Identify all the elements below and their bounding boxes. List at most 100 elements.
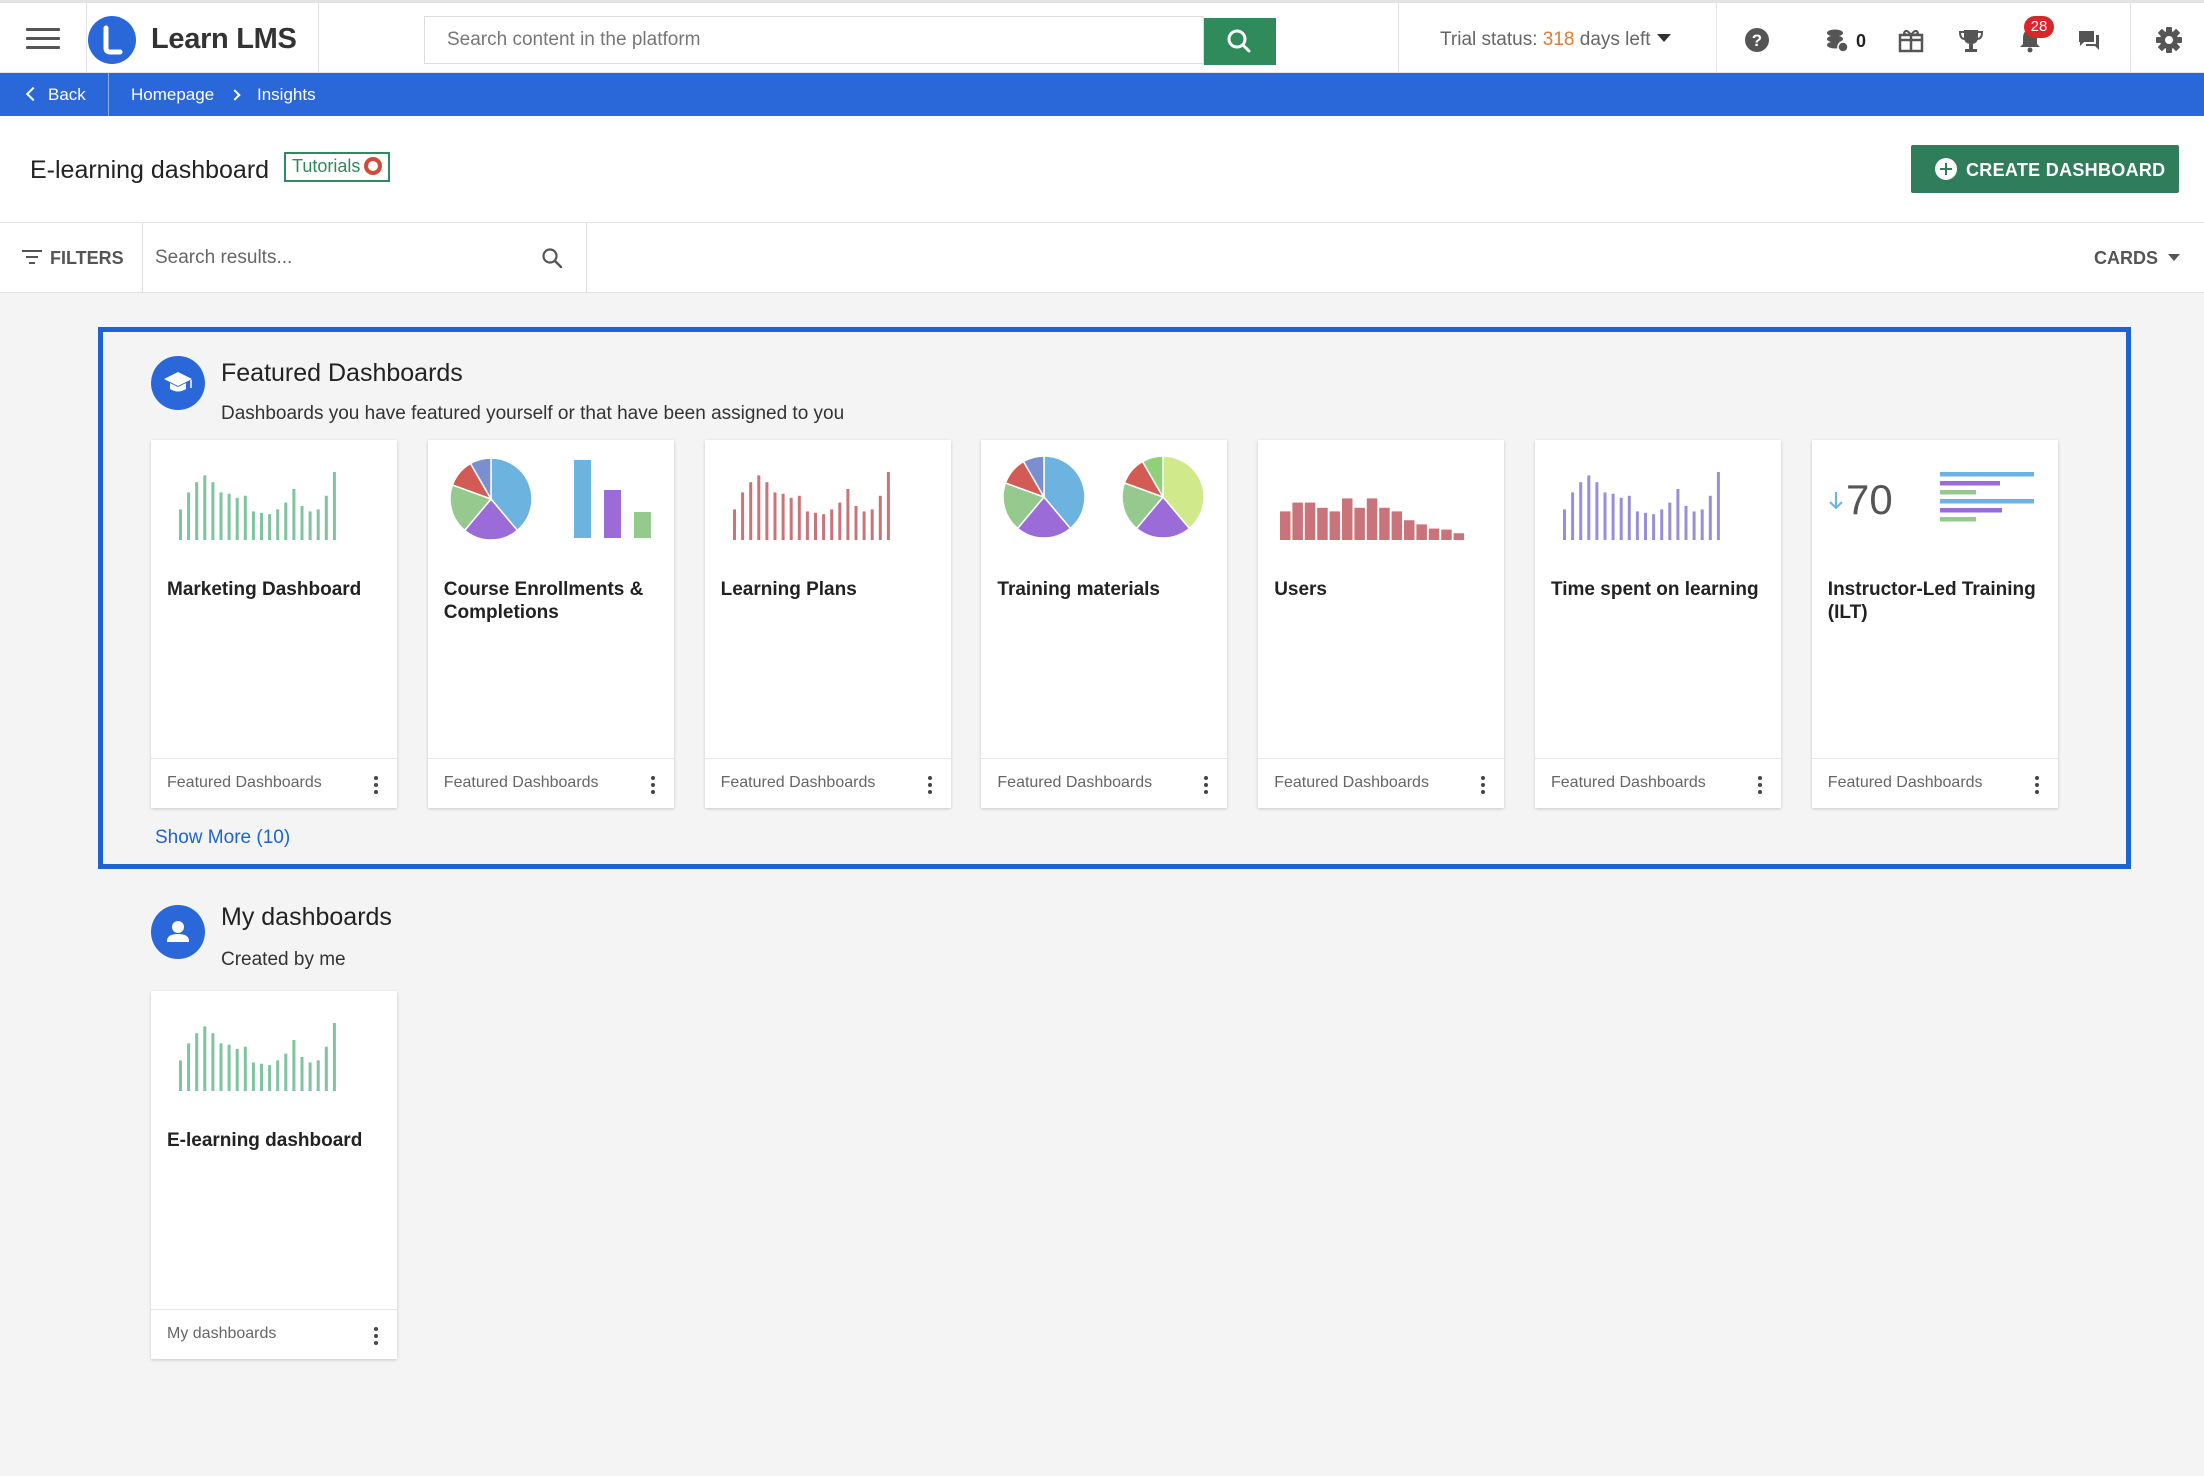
- chart-bar: [1939, 499, 2034, 504]
- app-name[interactable]: Learn LMS: [151, 23, 297, 56]
- chart-bar: [1292, 502, 1304, 540]
- chart-bar: [1404, 520, 1415, 540]
- chart-bar: [179, 1060, 182, 1091]
- chart-bar: [740, 492, 744, 540]
- section-title: My dashboards: [221, 903, 392, 931]
- more-vert-icon[interactable]: [2030, 773, 2044, 797]
- search-icon: [1227, 29, 1251, 53]
- trial-status[interactable]: Trial status: 318 days left: [1440, 29, 1671, 51]
- dashboard-card[interactable]: Time spent on learning Featured Dashboard…: [1535, 440, 1781, 808]
- dashboard-card[interactable]: Training materials Featured Dashboards: [981, 440, 1228, 808]
- results-search-input[interactable]: [143, 223, 586, 292]
- chart-bar: [235, 1048, 239, 1091]
- chart-bar: [1692, 511, 1696, 540]
- chat-icon[interactable]: [2074, 25, 2104, 55]
- card-footer: Featured Dashboards: [151, 758, 397, 808]
- chart-bar: [845, 489, 849, 540]
- user-icon: [151, 905, 205, 959]
- chart-bar: [1428, 528, 1440, 540]
- chart-bar: [1280, 511, 1291, 540]
- chart-bar: [251, 511, 255, 540]
- tutorials-button[interactable]: Tutorials: [284, 152, 391, 182]
- help-icon[interactable]: ?: [1742, 25, 1772, 55]
- card-category: Featured Dashboards: [167, 774, 322, 791]
- chart-bar: [1644, 512, 1647, 540]
- trophy-icon[interactable]: [1956, 25, 1986, 55]
- dashboard-thumbnail: [1563, 472, 1720, 540]
- chart-bar: [268, 1065, 272, 1091]
- graduation-cap-icon: [151, 356, 205, 410]
- dashboard-thumbnail: [179, 1023, 336, 1091]
- more-vert-icon[interactable]: [369, 773, 383, 797]
- chart-bar: [878, 495, 882, 540]
- chart-bar: [332, 1023, 336, 1091]
- more-vert-icon[interactable]: [1753, 773, 1767, 797]
- menu-icon[interactable]: [26, 28, 60, 50]
- chart-bar: [187, 1043, 191, 1091]
- chart-bar: [195, 482, 199, 540]
- page-header: E-learning dashboard Tutorials CREATE DA…: [0, 116, 2204, 223]
- dashboard-card[interactable]: Course Enrollments & Completions Featured…: [427, 440, 674, 808]
- more-vert-icon[interactable]: [923, 773, 937, 797]
- chart-bar: [797, 495, 801, 540]
- chart-bar: [243, 495, 247, 540]
- chart-bar: [243, 1046, 247, 1091]
- search-icon[interactable]: [540, 246, 564, 270]
- chart-bar: [324, 1046, 328, 1091]
- featured-dashboards-section: Featured Dashboards Dashboards you have …: [98, 327, 2131, 869]
- card-footer: Featured Dashboards: [427, 758, 674, 808]
- chart-bar: [1563, 509, 1566, 540]
- show-more-link[interactable]: Show More (10): [155, 827, 290, 849]
- chart-bar: [1668, 502, 1672, 540]
- filter-bar: FILTERS CARDS: [0, 223, 2204, 293]
- notification-badge: 28: [2024, 16, 2054, 38]
- create-dashboard-button[interactable]: CREATE DASHBOARD: [1911, 145, 2179, 193]
- dashboard-card[interactable]: 70 Instructor-Led Training (ILT) Featured …: [1811, 440, 2058, 808]
- chart-bar: [211, 1033, 215, 1091]
- section-subtitle: Dashboards you have featured yourself or…: [221, 403, 845, 424]
- platform-search-input[interactable]: [425, 17, 1205, 63]
- top-bar: Learn LMS Trial status: 318 days left ? …: [0, 0, 2204, 73]
- chart-bar: [219, 492, 223, 540]
- chart-bar: [1366, 498, 1378, 540]
- divider: [586, 223, 587, 293]
- dashboard-card[interactable]: E-learning dashboard My dashboards: [151, 991, 397, 1359]
- dashboard-card[interactable]: Users Featured Dashboards: [1258, 440, 1505, 808]
- chart-bar: [211, 482, 215, 540]
- filter-icon: [22, 250, 42, 264]
- chart-bar: [732, 509, 736, 540]
- dashboard-card[interactable]: Marketing Dashboard Featured Dashboards: [151, 440, 397, 808]
- dashboard-thumbnail: [1280, 498, 1465, 540]
- search-button[interactable]: [1204, 18, 1276, 65]
- chart-bar: [187, 492, 191, 540]
- chart-bar: [179, 509, 182, 540]
- card-title: Instructor-Led Training (ILT): [1827, 579, 2036, 623]
- chart-bar: [227, 1044, 231, 1091]
- more-vert-icon[interactable]: [1199, 773, 1213, 797]
- chart-bar: [1342, 498, 1353, 540]
- breadcrumb-homepage[interactable]: Homepage: [131, 85, 214, 105]
- back-button[interactable]: Back: [25, 85, 86, 105]
- more-vert-icon[interactable]: [1476, 773, 1490, 797]
- chart-bar: [573, 460, 591, 538]
- chart-bar: [276, 509, 280, 540]
- chart-bar: [1700, 509, 1704, 540]
- divider: [1398, 3, 1399, 73]
- chart-bar: [854, 506, 858, 540]
- gift-icon[interactable]: [1896, 25, 1926, 55]
- back-label: Back: [48, 85, 86, 104]
- coins-icon[interactable]: [1822, 25, 1852, 55]
- dashboard-card[interactable]: Learning Plans Featured Dashboards: [704, 440, 951, 808]
- coins-count: 0: [1856, 31, 1867, 51]
- more-vert-icon[interactable]: [646, 773, 660, 797]
- view-mode-select[interactable]: CARDS: [2094, 248, 2181, 269]
- gear-icon[interactable]: [2154, 25, 2184, 55]
- chart-bar: [870, 509, 874, 540]
- filters-button[interactable]: FILTERS: [22, 248, 124, 269]
- section-title: Featured Dashboards: [221, 359, 463, 387]
- more-vert-icon[interactable]: [369, 1324, 383, 1348]
- chart-bar: [781, 493, 785, 540]
- breadcrumb-insights[interactable]: Insights: [257, 85, 316, 105]
- tutorials-label: Tutorials: [292, 156, 361, 176]
- chart-bar: [316, 1060, 320, 1091]
